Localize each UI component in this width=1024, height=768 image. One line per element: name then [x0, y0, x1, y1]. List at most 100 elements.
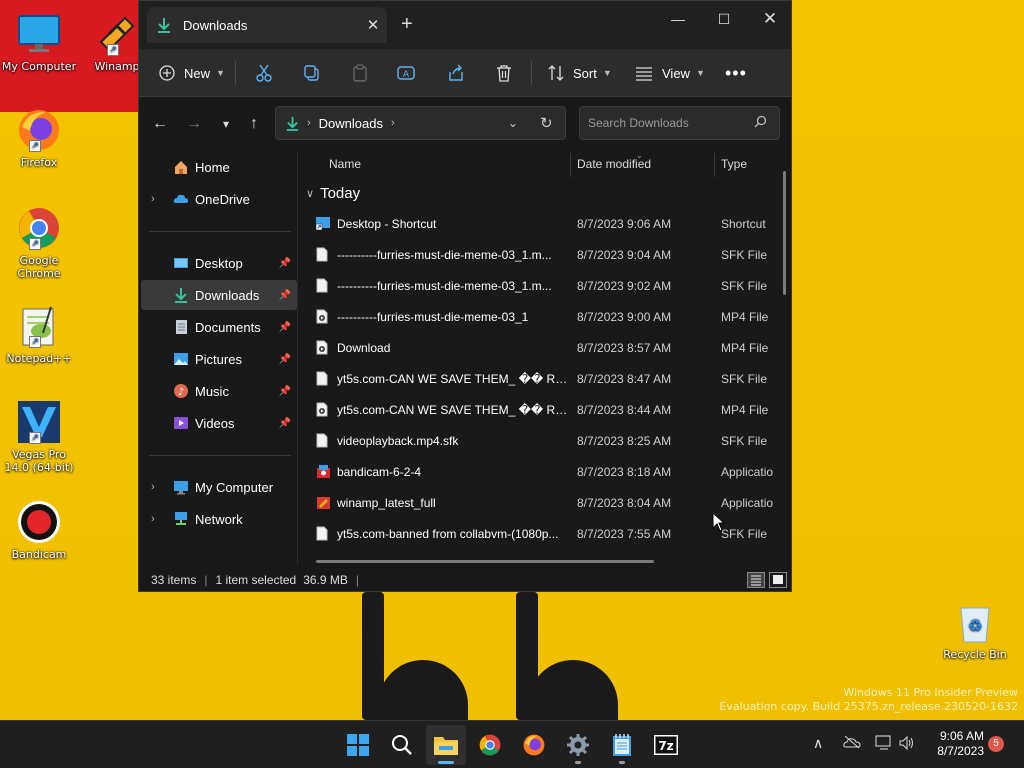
file-type: SFK File	[721, 372, 768, 386]
nav-item-desktop[interactable]: Desktop 📌	[141, 248, 297, 278]
nav-item-label: OneDrive	[195, 191, 250, 207]
vertical-scrollbar[interactable]	[783, 171, 786, 295]
close-tab-icon[interactable]: ✕	[359, 16, 387, 34]
minimize-button[interactable]: —	[655, 5, 701, 33]
new-button[interactable]: New ▼	[159, 57, 225, 89]
maximize-button[interactable]: ☐	[701, 5, 747, 33]
desktop-icon-my-computer[interactable]: My Computer	[0, 10, 78, 73]
search-input[interactable]	[588, 107, 748, 139]
desktop-icon-firefox[interactable]: ↗ Firefox	[0, 106, 78, 169]
file-row[interactable]: winamp_latest_full 8/7/2023 8:04 AM Appl…	[308, 487, 782, 518]
column-divider[interactable]	[714, 153, 715, 177]
file-row[interactable]: yt5s.com-CAN WE SAVE THEM_ �� Rai... 8/7…	[308, 363, 782, 394]
nav-item-network[interactable]: › Network	[141, 504, 297, 534]
recent-locations-chevron-icon[interactable]: ▾	[213, 111, 239, 137]
taskbar-chrome[interactable]	[470, 725, 510, 765]
file-row[interactable]: videoplayback.mp4.sfk 8/7/2023 8:25 AM S…	[308, 425, 782, 456]
horizontal-scrollbar[interactable]	[316, 560, 654, 563]
nav-item-documents[interactable]: Documents 📌	[141, 312, 297, 342]
search-box[interactable]	[579, 106, 780, 140]
network-icon[interactable]	[875, 735, 893, 754]
up-arrow-icon[interactable]: ↑	[241, 111, 267, 137]
tab-title: Downloads	[183, 17, 248, 33]
share-button[interactable]	[447, 57, 465, 89]
back-arrow-icon[interactable]: ←	[147, 111, 173, 137]
delete-button[interactable]	[495, 57, 513, 89]
address-dropdown-icon[interactable]: ⌄	[508, 116, 518, 130]
file-row[interactable]: ----------furries-must-die-meme-03_1.m..…	[308, 270, 782, 301]
cut-button[interactable]	[255, 57, 273, 89]
start-button[interactable]	[338, 725, 378, 765]
taskbar-search-button[interactable]	[382, 725, 422, 765]
wallpaper-shape	[378, 660, 468, 720]
file-type: SFK File	[721, 248, 768, 262]
search-icon[interactable]	[754, 115, 767, 133]
download-icon	[286, 116, 299, 131]
chevron-right-icon[interactable]: ›	[151, 513, 155, 525]
mouse-cursor-icon	[712, 511, 726, 537]
more-options-icon[interactable]: •••	[725, 57, 747, 89]
close-window-button[interactable]: ✕	[747, 5, 791, 33]
taskbar-file-explorer[interactable]	[426, 725, 466, 765]
volume-icon[interactable]	[899, 735, 915, 754]
chevron-right-icon[interactable]: ›	[151, 481, 155, 493]
wallpaper-shape	[528, 660, 618, 720]
new-tab-button[interactable]: +	[401, 13, 413, 36]
nav-item-onedrive[interactable]: › OneDrive	[141, 184, 297, 214]
chevron-right-icon[interactable]: ›	[151, 193, 155, 205]
video-icon	[173, 415, 189, 431]
desktop-icon-bandicam[interactable]: Bandicam	[0, 498, 78, 561]
desktop-icon-vegas-pro[interactable]: ↗ Vegas Pro 14.0 (64-bit)	[0, 398, 78, 474]
file-row[interactable]: ----------furries-must-die-meme-03_1.m..…	[308, 239, 782, 270]
nav-item-home[interactable]: Home	[141, 152, 297, 182]
breadcrumb-downloads[interactable]: Downloads	[319, 116, 383, 131]
paste-button[interactable]	[351, 57, 369, 89]
shortcut-arrow-icon: ↗	[29, 238, 41, 250]
picture-icon	[173, 351, 189, 367]
file-row[interactable]: yt5s.com-CAN WE SAVE THEM_ �� Rai... 8/7…	[308, 394, 782, 425]
tab-downloads[interactable]: Downloads ✕	[147, 7, 387, 43]
desktop-icon-label: Bandicam	[11, 548, 67, 561]
desktop-icon-recycle-bin[interactable]: ♻ Recycle Bin	[936, 598, 1014, 661]
desktop-icon-google-chrome[interactable]: ↗ Google Chrome	[0, 204, 78, 280]
refresh-icon[interactable]: ↻	[540, 114, 553, 132]
file-row[interactable]: Download 8/7/2023 8:57 AM MP4 File	[308, 332, 782, 363]
taskbar-settings[interactable]	[558, 725, 598, 765]
copy-button[interactable]	[303, 57, 321, 89]
notification-badge[interactable]: 5	[988, 736, 1004, 752]
address-bar[interactable]: › Downloads › ⌄ ↻	[275, 106, 566, 140]
nav-item-music[interactable]: ♪ Music 📌	[141, 376, 297, 406]
file-name: yt5s.com-CAN WE SAVE THEM_ �� Rai...	[337, 372, 569, 386]
winamp-icon: ↗	[93, 10, 141, 58]
onedrive-offline-icon[interactable]	[843, 735, 861, 752]
taskbar-7zip[interactable]: 7z	[646, 725, 686, 765]
file-row[interactable]: bandicam-6-2-4 8/7/2023 8:18 AM Applicat…	[308, 456, 782, 487]
file-row[interactable]: yt5s.com-banned from collabvm-(1080p... …	[308, 518, 782, 549]
file-row[interactable]: ----------furries-must-die-meme-03_1 8/7…	[308, 301, 782, 332]
pin-icon: 📌	[278, 385, 291, 397]
shortcut-arrow-icon: ↗	[29, 140, 41, 152]
view-button[interactable]: View ▼	[635, 57, 705, 89]
sort-button[interactable]: Sort ▼	[547, 57, 612, 89]
nav-item-videos[interactable]: Videos 📌	[141, 408, 297, 438]
rename-button[interactable]: A	[397, 57, 415, 89]
desktop-folder-icon	[173, 255, 189, 271]
details-view-icon[interactable]	[747, 572, 765, 588]
nav-item-downloads[interactable]: Downloads 📌	[141, 280, 297, 310]
taskbar-clock[interactable]: 9:06 AM 8/7/2023	[937, 729, 984, 759]
nav-item-my-computer[interactable]: › My Computer	[141, 472, 297, 502]
tiles-view-icon[interactable]	[769, 572, 787, 588]
column-header-name[interactable]: Name	[329, 157, 361, 171]
nav-item-pictures[interactable]: Pictures 📌	[141, 344, 297, 374]
group-header-today[interactable]: ∨ Today	[306, 185, 360, 202]
column-header-type[interactable]: Type	[721, 157, 747, 171]
taskbar-notepad[interactable]	[602, 725, 642, 765]
taskbar-firefox[interactable]	[514, 725, 554, 765]
file-type: SFK File	[721, 527, 768, 541]
file-row[interactable]: Desktop - Shortcut 8/7/2023 9:06 AM Shor…	[308, 208, 782, 239]
view-lines-icon	[636, 67, 652, 81]
show-hidden-icons-chevron-icon[interactable]: ∧	[813, 735, 823, 752]
desktop-icon-notepad-plus-plus[interactable]: ↗ Notepad++	[0, 302, 78, 365]
column-divider[interactable]	[570, 153, 571, 177]
forward-arrow-icon[interactable]: →	[181, 111, 207, 137]
